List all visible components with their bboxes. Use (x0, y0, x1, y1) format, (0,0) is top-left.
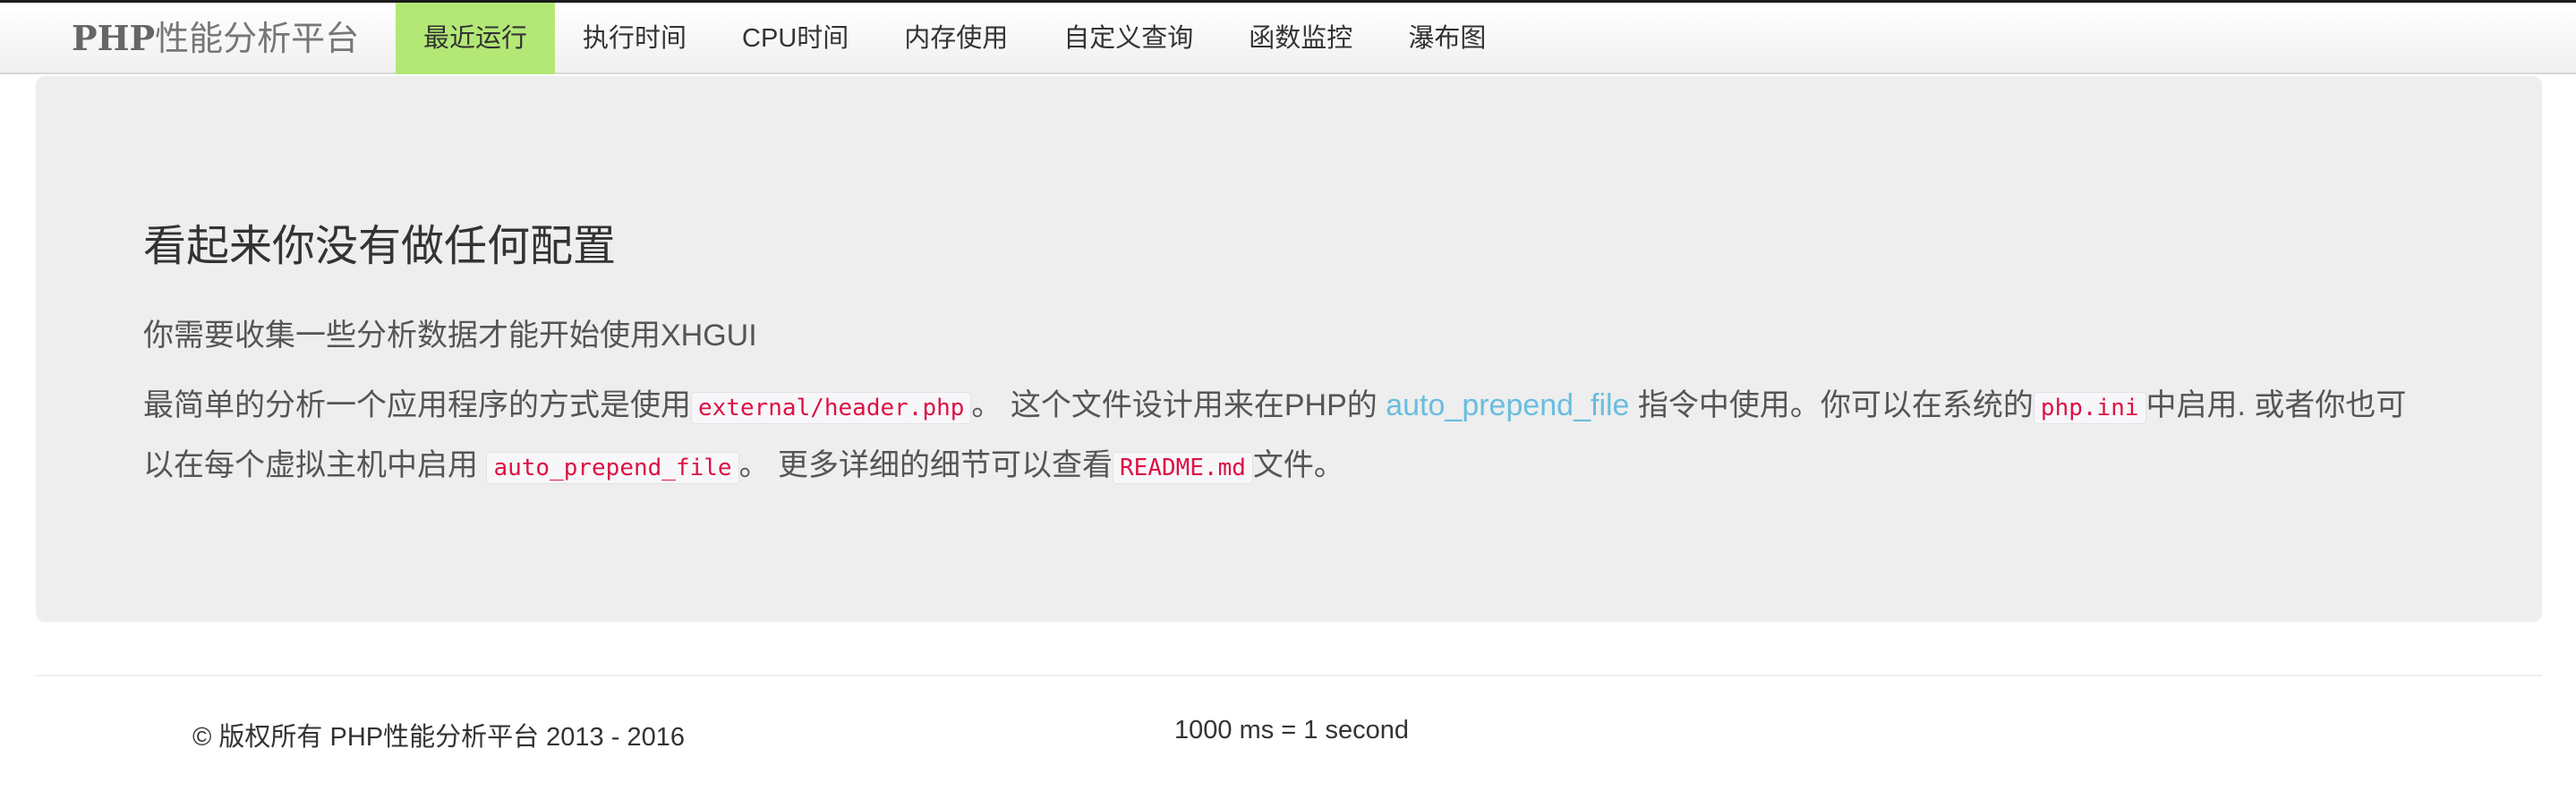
php-ini-code: php.ini (2033, 392, 2146, 424)
nav-item-recent-runs[interactable]: 最近运行 (396, 3, 556, 74)
brand-logo[interactable]: PHP性能分析平台 (72, 3, 359, 74)
hero-intro: 你需要收集一些分析数据才能开始使用XHGUI (143, 319, 757, 353)
nav-item-waterfall[interactable]: 瀑布图 (1380, 3, 1514, 74)
instructions-text-6: 文件。 (1252, 448, 1344, 482)
main-nav: 最近运行 执行时间 CPU时间 内存使用 自定义查询 函数监控 瀑布图 (396, 3, 1514, 74)
footer-copyright: © 版权所有 PHP性能分析平台 2013 - 2016 (192, 723, 685, 752)
nav-item-function-watch[interactable]: 函数监控 (1221, 3, 1380, 74)
brand-rest: 性能分析平台 (155, 21, 360, 58)
instructions-text-3: 指令中使用。你可以在系统的 (1629, 388, 2034, 422)
nav-item-cpu-time[interactable]: CPU时间 (714, 3, 876, 74)
footer-units-note: 1000 ms = 1 second (1174, 716, 1409, 744)
auto-prepend-file-link[interactable]: auto_prepend_file (1386, 388, 1629, 422)
hero-title: 看起来你没有做任何配置 (143, 223, 617, 270)
hero-panel: 看起来你没有做任何配置 你需要收集一些分析数据才能开始使用XHGUI 最简单的分… (36, 76, 2542, 622)
brand-strong: PHP (72, 18, 156, 58)
instructions-text-2: 。 这个文件设计用来在PHP的 (971, 388, 1386, 422)
header-php-code: external/header.php (691, 392, 972, 424)
readme-code: README.md (1113, 452, 1253, 484)
instructions-text-1: 最简单的分析一个应用程序的方式是使用 (143, 388, 691, 422)
hero-instructions: 最简单的分析一个应用程序的方式是使用 external/header.php。 这… (143, 377, 2435, 497)
footer-divider (36, 675, 2542, 676)
nav-item-custom-query[interactable]: 自定义查询 (1036, 3, 1221, 74)
nav-item-wall-time[interactable]: 执行时间 (555, 3, 714, 74)
navbar: PHP性能分析平台 最近运行 执行时间 CPU时间 内存使用 自定义查询 函数监… (0, 3, 2576, 74)
nav-item-memory-usage[interactable]: 内存使用 (876, 3, 1036, 74)
instructions-text-5: 。 更多详细的细节可以查看 (738, 448, 1113, 482)
auto-prepend-file-code: auto_prepend_file (486, 452, 739, 484)
